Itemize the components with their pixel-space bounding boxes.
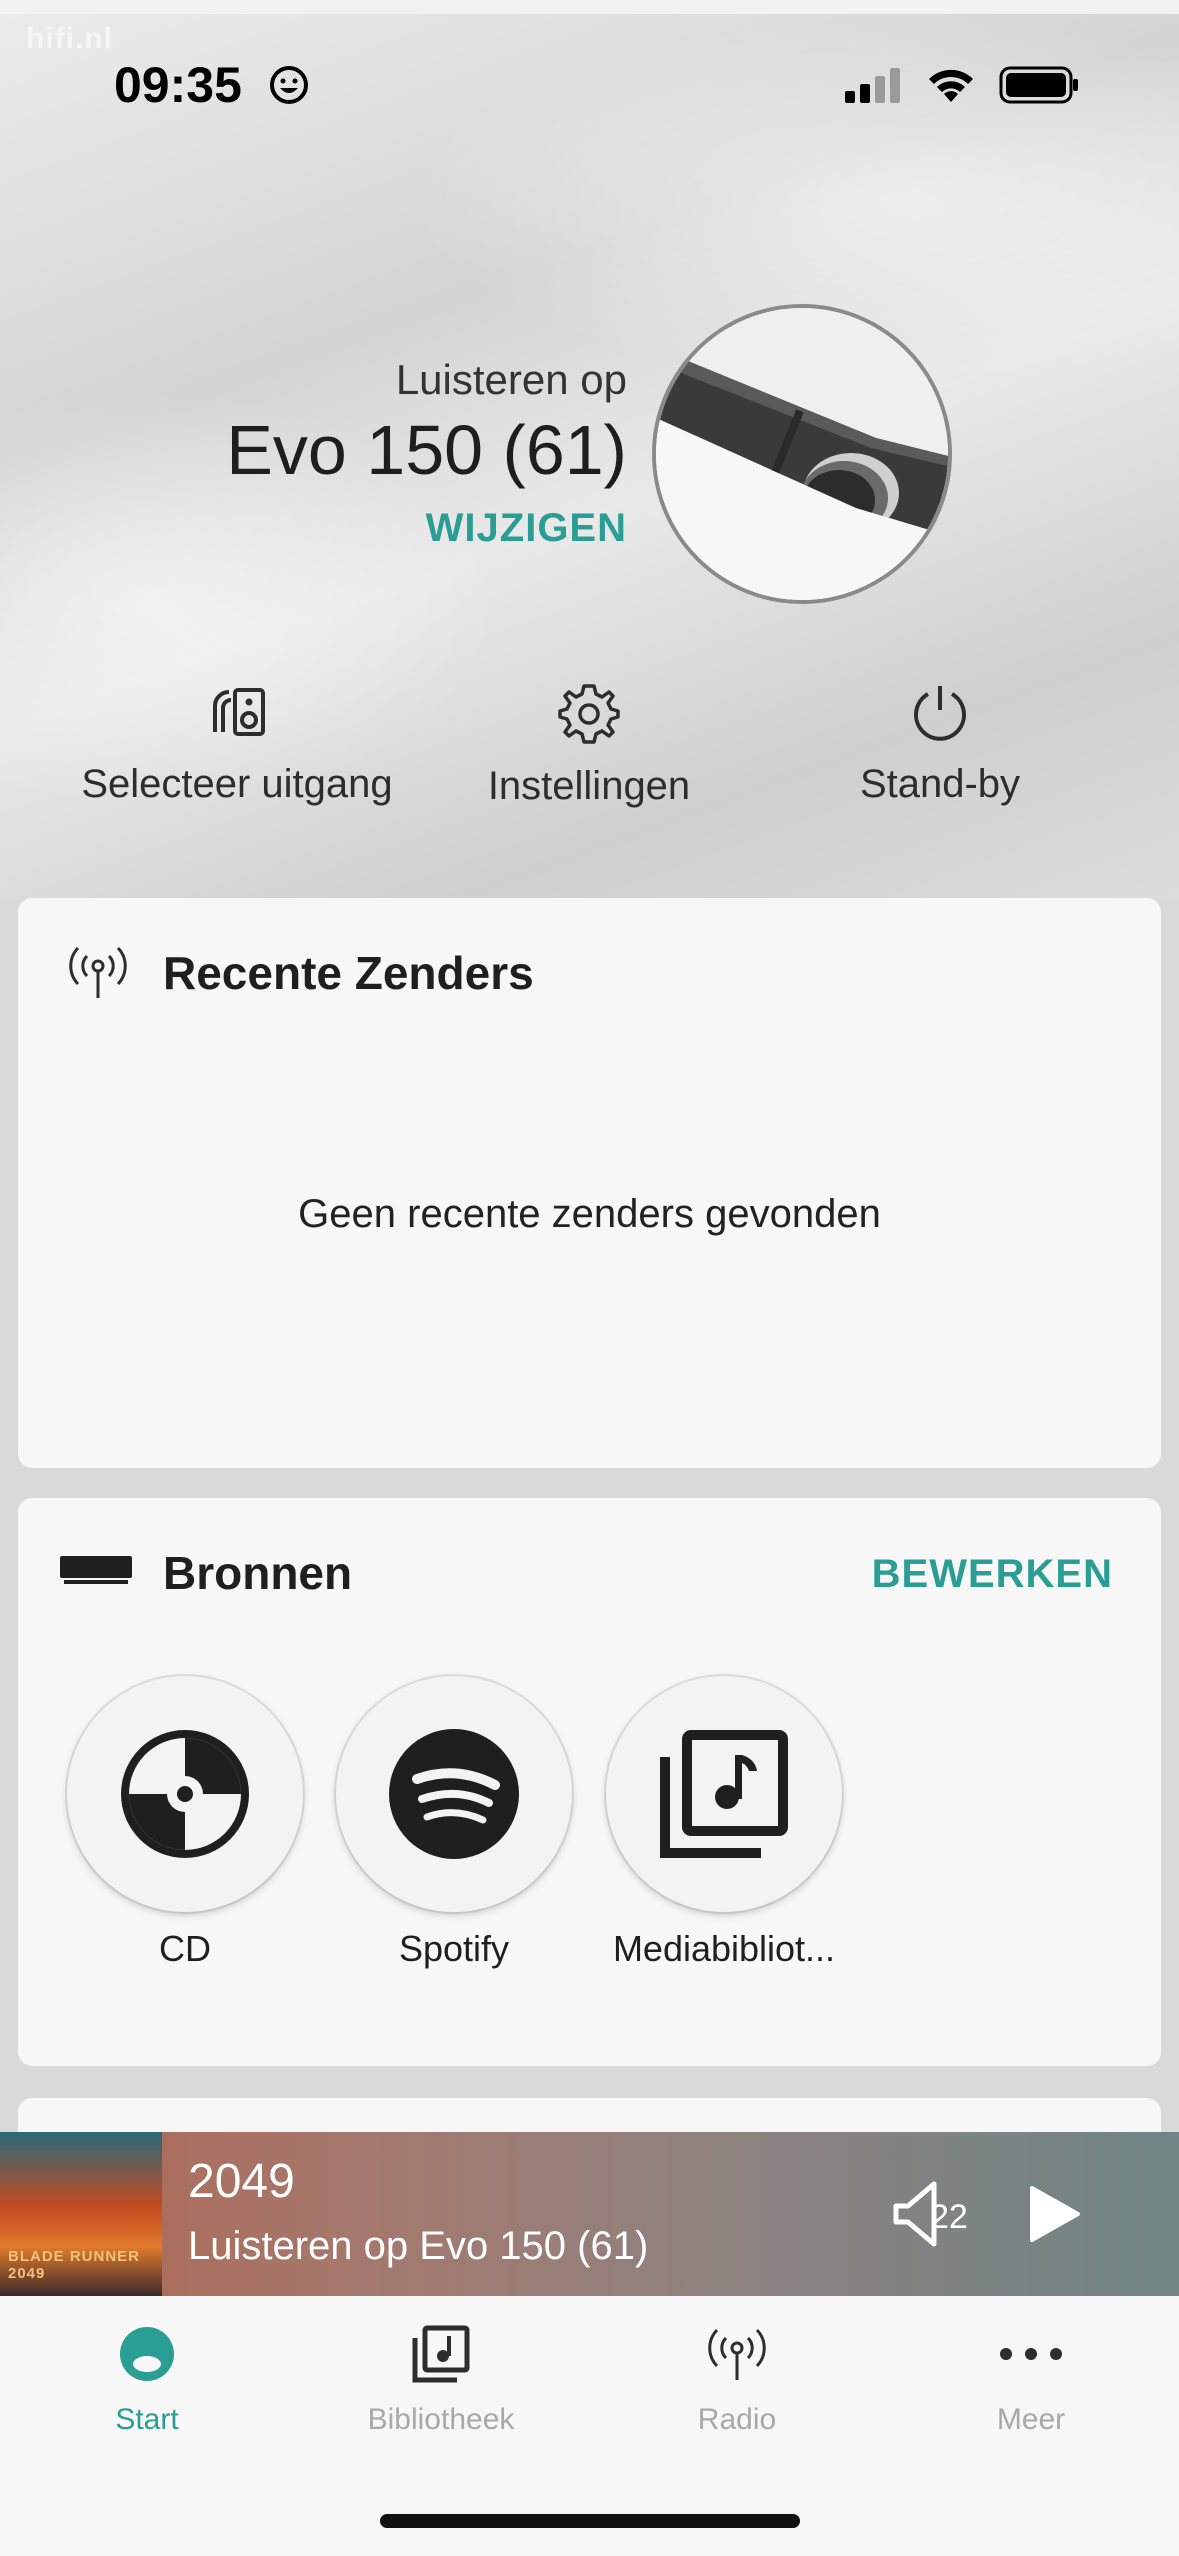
home-dot-icon — [120, 2327, 174, 2381]
edit-sources-link[interactable]: BEWERKEN — [872, 1552, 1113, 1597]
smiley-icon — [270, 66, 308, 104]
battery-icon — [999, 66, 1078, 104]
power-icon — [914, 686, 966, 741]
tab-start-label: Start — [115, 2403, 179, 2436]
source-label: Mediabibliot... — [612, 1928, 836, 1969]
tab-start[interactable]: Start — [27, 2324, 267, 2437]
cd-icon — [121, 1730, 249, 1858]
album-art[interactable]: BLADE RUNNER 2049 — [0, 2132, 162, 2296]
standby-label: Stand-by — [859, 762, 1021, 806]
sources-title: Bronnen — [163, 1547, 353, 1599]
source-cd[interactable]: CD — [65, 1676, 305, 1970]
album-art-text: BLADE RUNNER 2049 — [8, 2248, 140, 2282]
radio-antenna-icon — [69, 946, 127, 998]
wifi-icon — [929, 69, 973, 102]
spotify-icon — [389, 1729, 519, 1859]
cellular-icon — [845, 68, 900, 103]
source-media-library[interactable]: Mediabibliot... — [604, 1676, 844, 1970]
library-icon — [412, 2325, 470, 2383]
device-photo[interactable] — [652, 304, 952, 604]
volume-level: 22 — [930, 2198, 968, 2236]
status-icons — [845, 66, 1079, 104]
gear-icon — [558, 684, 620, 744]
media-library-icon — [660, 1730, 788, 1858]
listening-on-label: Luisteren op — [395, 356, 627, 403]
tab-library-label: Bibliotheek — [367, 2403, 515, 2436]
top-edge — [0, 0, 1179, 14]
watermark: hifi.nl — [26, 22, 113, 55]
now-playing-bar[interactable]: BLADE RUNNER 2049 2049 Luisteren op Evo … — [0, 2132, 1179, 2296]
recent-stations-empty: Geen recente zenders gevonden — [298, 1192, 881, 1236]
settings-button[interactable]: Instellingen — [409, 680, 769, 809]
settings-label: Instellingen — [487, 764, 691, 808]
device-icon — [60, 1556, 132, 1584]
source-spotify[interactable]: Spotify — [334, 1676, 574, 1970]
radio-icon — [708, 2328, 766, 2380]
device-name: Evo 150 (61) — [226, 411, 627, 489]
recent-stations-card: Recente Zenders Geen recente zenders gev… — [18, 898, 1161, 1468]
more-icon — [1000, 2348, 1062, 2360]
tab-more[interactable]: Meer — [911, 2324, 1151, 2437]
source-label: CD — [159, 1928, 211, 1969]
speaker-output-icon — [213, 688, 265, 736]
media-library-button[interactable] — [606, 1676, 842, 1912]
source-label: Spotify — [398, 1928, 510, 1969]
select-output-label: Selecteer uitgang — [81, 762, 393, 806]
tab-library[interactable]: Bibliotheek — [321, 2324, 561, 2437]
now-playing-subtitle: Luisteren op Evo 150 (61) — [188, 2224, 649, 2268]
tab-more-label: Meer — [996, 2403, 1066, 2436]
spotify-button[interactable] — [336, 1676, 572, 1912]
change-device-link[interactable]: WIJZIGEN — [426, 506, 627, 551]
play-icon[interactable] — [1024, 2184, 1084, 2244]
tab-radio-label: Radio — [697, 2403, 777, 2436]
recent-stations-title: Recente Zenders — [163, 947, 534, 999]
standby-button[interactable]: Stand-by — [760, 680, 1120, 807]
home-indicator[interactable] — [380, 2514, 800, 2528]
status-time: 09:35 — [114, 57, 242, 113]
device-image — [656, 308, 948, 600]
tab-radio[interactable]: Radio — [617, 2324, 857, 2437]
cd-button[interactable] — [67, 1676, 303, 1912]
select-output-button[interactable]: Selecteer uitgang — [57, 680, 417, 807]
now-playing-title: 2049 — [188, 2155, 295, 2208]
